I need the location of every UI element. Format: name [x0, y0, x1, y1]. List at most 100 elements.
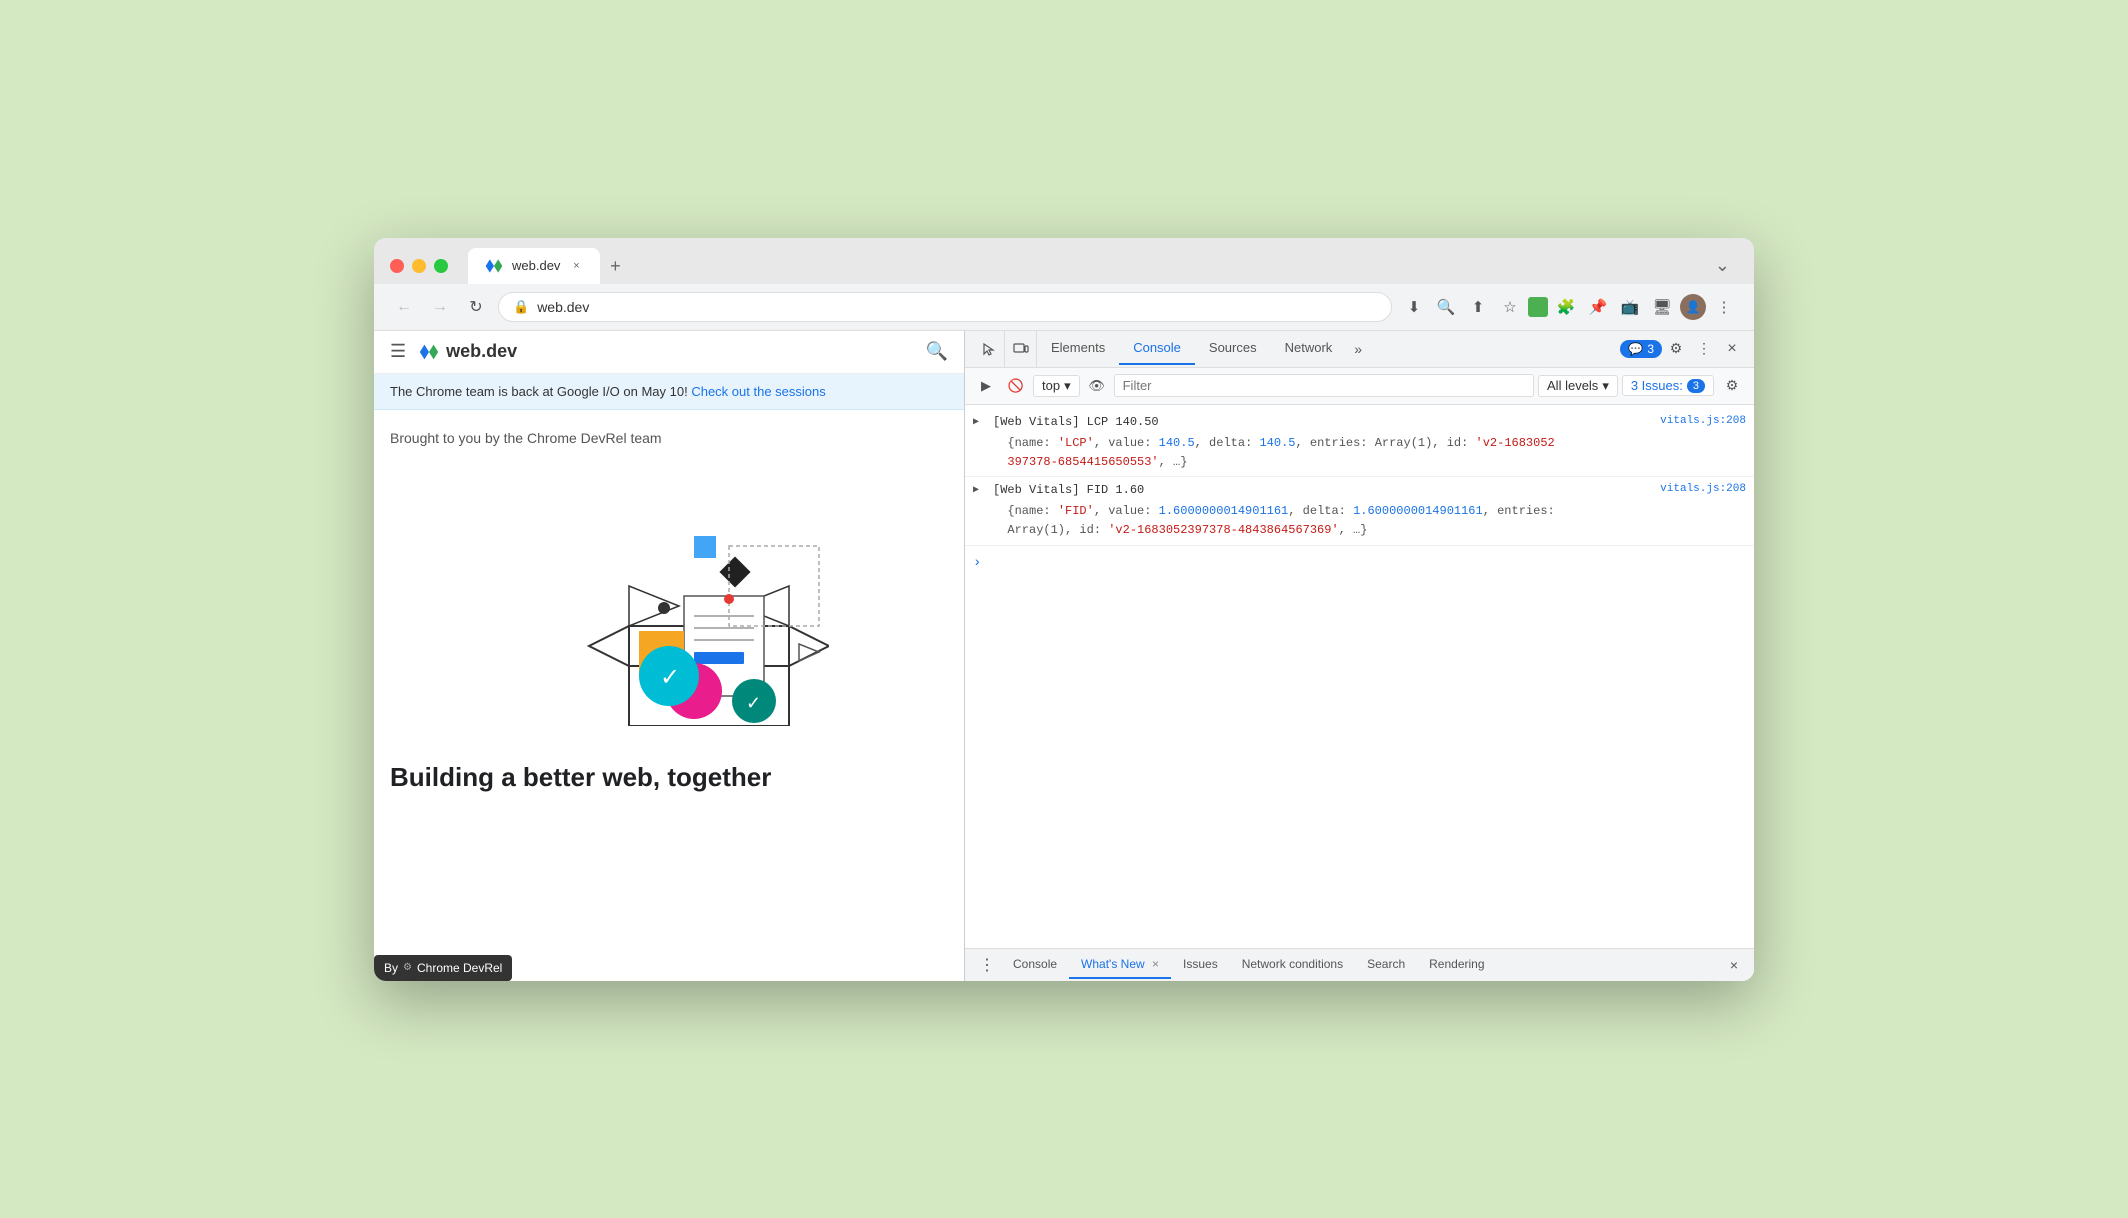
run-console-button[interactable]: ▶: [973, 373, 999, 399]
svg-text:✓: ✓: [660, 664, 680, 691]
website-area: ☰ web.dev 🔍 The Chrome team is back at G…: [374, 331, 964, 981]
profile-avatar[interactable]: 👤: [1680, 294, 1706, 320]
badge-name: Chrome DevRel: [417, 961, 502, 975]
tab-close-button[interactable]: ×: [568, 258, 584, 274]
console-link-2[interactable]: vitals.js:208: [1660, 481, 1746, 499]
download-page-icon[interactable]: ⬇: [1400, 293, 1428, 321]
site-logo: web.dev: [418, 341, 517, 363]
active-tab[interactable]: web.dev ×: [468, 248, 600, 284]
console-detail-1: {name: 'LCP', value: 140.5, delta: 140.5…: [993, 434, 1746, 472]
page-heading: Building: [390, 762, 501, 792]
console-detail-2: {name: 'FID', value: 1.6000000014901161,…: [993, 502, 1746, 540]
forward-button[interactable]: →: [426, 293, 454, 321]
eye-icon[interactable]: 👁: [1084, 373, 1110, 399]
prompt-arrow: ›: [973, 552, 981, 574]
tab-console[interactable]: Console: [1119, 332, 1195, 365]
screenshot-icon[interactable]: 🖥: [1648, 293, 1676, 321]
minimize-traffic-light[interactable]: [412, 259, 426, 273]
expand-arrow-2[interactable]: ▶: [973, 483, 979, 499]
bottom-tab-rendering[interactable]: Rendering: [1417, 951, 1496, 979]
illustration-svg: ✓ ✓: [509, 466, 829, 726]
extension-green[interactable]: [1528, 297, 1548, 317]
console-output: ▶ [Web Vitals] LCP 140.50 vitals.js:208 …: [965, 405, 1754, 948]
levels-selector[interactable]: All levels ▾: [1538, 375, 1618, 397]
svg-text:✓: ✓: [746, 693, 761, 713]
devtools-more-menu[interactable]: ⋮: [1690, 335, 1718, 363]
bottom-close-button[interactable]: ×: [1722, 949, 1746, 981]
device-toolbar-icon[interactable]: [1005, 331, 1037, 367]
console-entry-1: ▶ [Web Vitals] LCP 140.50 vitals.js:208 …: [965, 409, 1754, 478]
site-title: web.dev: [446, 341, 517, 362]
hero-illustration: ✓ ✓: [509, 466, 829, 746]
console-entry-2: ▶ [Web Vitals] FID 1.60 vitals.js:208 {n…: [965, 477, 1754, 546]
console-link-1[interactable]: vitals.js:208: [1660, 413, 1746, 431]
console-line-text-2: [Web Vitals] FID 1.60: [993, 481, 1652, 500]
reload-button[interactable]: ↻: [462, 293, 490, 321]
devtools-panel: Elements Console Sources Network » 💬 3 ⚙: [964, 331, 1754, 981]
address-text: web.dev: [537, 299, 1377, 315]
clear-console-button[interactable]: 🚫: [1003, 373, 1029, 399]
close-traffic-light[interactable]: [390, 259, 404, 273]
tab-sources[interactable]: Sources: [1195, 332, 1271, 365]
banner-link[interactable]: Check out the sessions: [691, 384, 825, 399]
zoom-icon[interactable]: 🔍: [1432, 293, 1460, 321]
site-toolbar: ☰ web.dev 🔍: [374, 331, 964, 374]
bottom-tab-search[interactable]: Search: [1355, 951, 1417, 979]
devtools-settings-button[interactable]: ⚙: [1662, 335, 1690, 363]
console-line-text-1: [Web Vitals] LCP 140.50: [993, 413, 1652, 432]
bottom-tabs-more[interactable]: ⋮: [973, 949, 1001, 981]
inspect-element-icon[interactable]: [973, 331, 1005, 367]
devtools-tabs-bar: Elements Console Sources Network » 💬 3 ⚙: [965, 331, 1754, 368]
context-selector[interactable]: top ▾: [1033, 375, 1080, 397]
lock-icon: 🔒: [513, 299, 529, 315]
console-settings-button[interactable]: ⚙: [1718, 372, 1746, 400]
issues-badge-header[interactable]: 💬 3: [1620, 340, 1662, 358]
site-search-icon[interactable]: 🔍: [926, 341, 948, 362]
brought-by-text: Brought to you by the Chrome DevRel team: [390, 430, 948, 446]
bottom-tab-network-conditions[interactable]: Network conditions: [1230, 951, 1355, 979]
console-prompt[interactable]: ›: [965, 546, 1754, 580]
main-area: ☰ web.dev 🔍 The Chrome team is back at G…: [374, 331, 1754, 981]
issues-badge-toolbar[interactable]: 3 Issues: 3: [1622, 375, 1714, 396]
tab-network[interactable]: Network: [1271, 332, 1347, 365]
bottom-tabs-bar: ⋮ Console What's New × Issues Network co…: [965, 948, 1754, 981]
new-tab-button[interactable]: +: [600, 252, 630, 282]
tab-elements[interactable]: Elements: [1037, 332, 1119, 365]
tab-title: web.dev: [512, 258, 560, 273]
hamburger-menu[interactable]: ☰: [390, 341, 406, 362]
page-heading-2: a better web, together: [501, 762, 771, 792]
console-toolbar: ▶ 🚫 top ▾ 👁 All levels ▾ 3 Issues: 3 ⚙: [965, 368, 1754, 405]
toolbar-actions: ⬇ 🔍 ⬆ ☆ 🧩 📌 📺 🖥 👤 ⋮: [1400, 293, 1738, 321]
cast-icon[interactable]: 📺: [1616, 293, 1644, 321]
badge-by: By: [384, 961, 398, 975]
title-bar: web.dev × + ⌄: [374, 238, 1754, 284]
address-bar[interactable]: 🔒 web.dev: [498, 292, 1392, 322]
traffic-lights: [390, 259, 448, 273]
banner: The Chrome team is back at Google I/O on…: [374, 374, 964, 410]
browser-window: web.dev × + ⌄ ← → ↻ 🔒 web.dev ⬇ 🔍 ⬆ ☆: [374, 238, 1754, 981]
whats-new-close[interactable]: ×: [1152, 957, 1159, 971]
site-content: Brought to you by the Chrome DevRel team: [374, 410, 964, 981]
site-logo-icon: [418, 341, 440, 363]
extensions-icon[interactable]: 🧩: [1552, 293, 1580, 321]
more-tabs-icon[interactable]: »: [1346, 341, 1370, 357]
bottom-tab-console[interactable]: Console: [1001, 951, 1069, 979]
devtools-close-button[interactable]: ×: [1718, 335, 1746, 363]
bottom-tab-whats-new[interactable]: What's New ×: [1069, 951, 1171, 979]
more-menu-icon[interactable]: ⋮: [1710, 293, 1738, 321]
expand-arrow-1[interactable]: ▶: [973, 415, 979, 431]
share-icon[interactable]: ⬆: [1464, 293, 1492, 321]
fullscreen-traffic-light[interactable]: [434, 259, 448, 273]
pin-icon[interactable]: 📌: [1584, 293, 1612, 321]
bottom-tab-issues[interactable]: Issues: [1171, 951, 1230, 979]
webdev-favicon: [484, 256, 504, 276]
tab-menu-button[interactable]: ⌄: [1707, 251, 1738, 280]
devrel-badge: By ⚙ Chrome DevRel: [374, 955, 512, 981]
back-button[interactable]: ←: [390, 293, 418, 321]
banner-text: The Chrome team is back at Google I/O on…: [390, 384, 688, 399]
filter-input[interactable]: [1114, 374, 1534, 397]
browser-toolbar: ← → ↻ 🔒 web.dev ⬇ 🔍 ⬆ ☆ 🧩 📌 📺 🖥 👤 ⋮: [374, 284, 1754, 331]
bookmark-icon[interactable]: ☆: [1496, 293, 1524, 321]
tabs-row: web.dev × + ⌄: [468, 248, 1738, 284]
context-value: top: [1042, 378, 1060, 393]
